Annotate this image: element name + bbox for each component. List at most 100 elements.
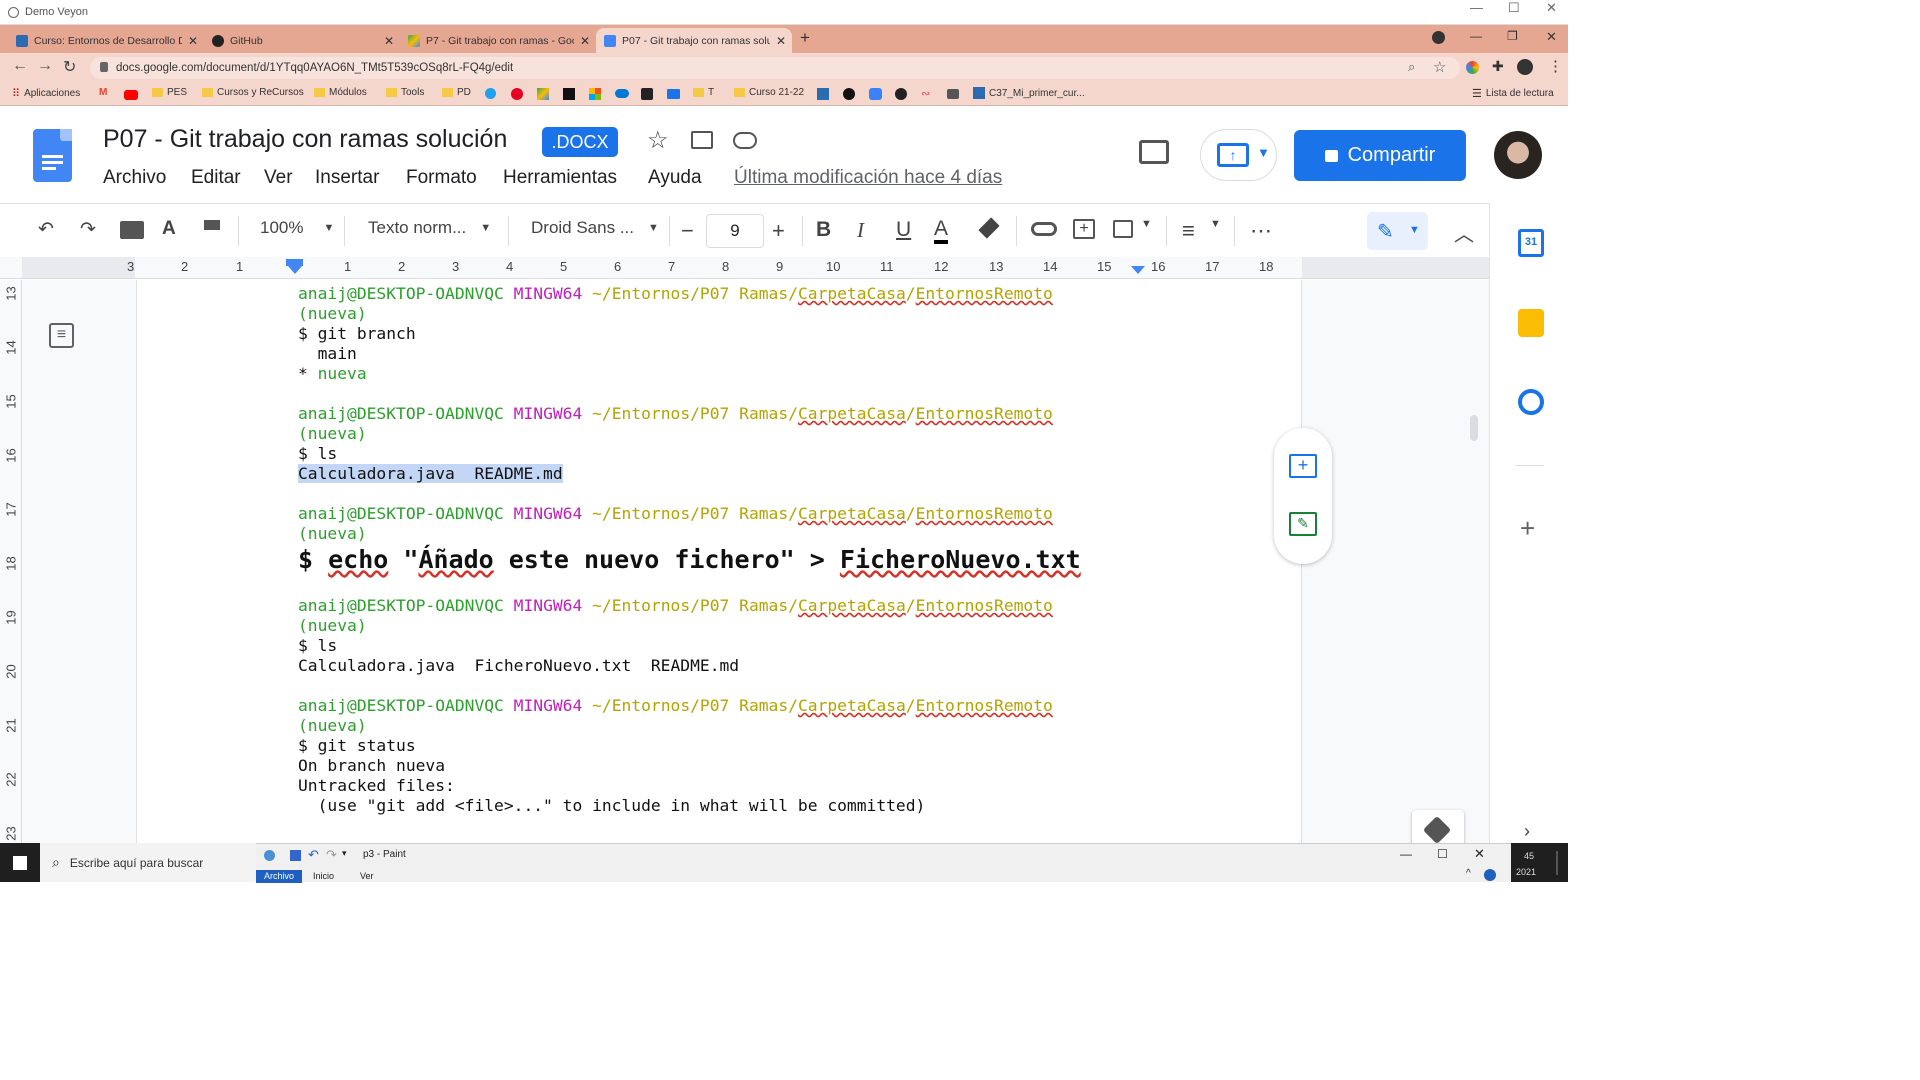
spellcheck-icon[interactable]: A [162, 218, 176, 240]
menu-ver[interactable]: Ver [264, 167, 293, 189]
move-folder-icon[interactable] [691, 131, 713, 149]
menu-insertar[interactable]: Insertar [315, 167, 379, 189]
close-icon[interactable]: ✕ [188, 34, 198, 48]
docs-logo-icon[interactable] [33, 129, 72, 182]
reading-list[interactable]: ☰ Lista de lectura [1472, 87, 1554, 100]
menu-editar[interactable]: Editar [191, 167, 241, 189]
kebab-menu-icon[interactable]: ⋮ [1548, 57, 1563, 75]
bookmark-folder[interactable]: PES [152, 87, 187, 98]
undo-icon[interactable]: ↶ [38, 218, 54, 241]
chevron-down-icon[interactable]: ▼ [1141, 218, 1152, 230]
last-modified-link[interactable]: Última modificación hace 4 días [734, 167, 1002, 189]
document-page[interactable]: anaij@DESKTOP-OADNVQC MINGW64 ~/Entornos… [136, 280, 1302, 843]
menu-ayuda[interactable]: Ayuda [648, 167, 702, 189]
back-icon[interactable]: ← [12, 57, 28, 75]
collapse-menus-icon[interactable]: ︿ [1454, 218, 1474, 247]
bookmark-folder[interactable]: PD [442, 87, 471, 98]
present-button[interactable]: ↑ ▼ [1200, 129, 1277, 181]
avatar[interactable] [1494, 131, 1542, 179]
first-line-indent-handle[interactable] [286, 259, 303, 266]
paint-tab-inicio[interactable]: Inicio [313, 871, 334, 881]
show-desktop-button[interactable] [1556, 851, 1558, 875]
close-icon[interactable]: ✕ [776, 34, 786, 48]
calendar-icon[interactable]: 31 [1518, 229, 1544, 257]
redo-icon[interactable]: ↷ [80, 218, 96, 241]
tab-search-icon[interactable] [1432, 31, 1445, 44]
chevron-down-icon[interactable]: ▾ [342, 848, 347, 859]
tasks-icon[interactable] [1518, 389, 1544, 415]
menu-herramientas[interactable]: Herramientas [503, 167, 617, 189]
bookmark-icon[interactable]: ∾ [921, 87, 930, 100]
undo-icon[interactable]: ↶ [308, 847, 319, 863]
bookmark-folder[interactable]: Módulos [314, 87, 367, 98]
help-icon[interactable] [1484, 869, 1496, 881]
menu-archivo[interactable]: Archivo [103, 167, 166, 189]
bookmark-folder[interactable]: Curso 21-22 [734, 87, 804, 98]
underline-icon[interactable]: U [896, 218, 911, 242]
twitter-icon[interactable] [485, 88, 496, 99]
chevron-down-icon[interactable]: ▼ [1210, 218, 1221, 230]
close-icon[interactable]: ✕ [580, 34, 590, 48]
gmail-icon[interactable]: M [99, 87, 107, 98]
paint-window[interactable]: ↶ ↷ ▾ p3 - Paint Archivo Inicio Ver — ☐ … [256, 843, 1511, 883]
explore-button[interactable] [1412, 810, 1464, 843]
microsoft-icon[interactable] [589, 88, 601, 100]
cloud-status-icon[interactable] [733, 132, 757, 149]
link-icon[interactable] [1031, 222, 1057, 236]
close-icon[interactable]: ✕ [1546, 0, 1557, 16]
add-comment-icon[interactable]: + [1289, 454, 1317, 478]
text-color-icon[interactable]: A [934, 218, 949, 244]
bookmark-icon[interactable] [563, 88, 575, 100]
bookmark-course[interactable]: C37_Mi_primer_cur... [973, 87, 1085, 99]
forward-icon[interactable]: → [37, 57, 53, 75]
bookmark-folder[interactable]: Cursos y ReCursos [202, 87, 304, 98]
left-indent-handle[interactable] [288, 266, 302, 274]
minimize-icon[interactable]: — [1400, 847, 1412, 861]
bookmark-icon[interactable] [843, 88, 855, 100]
paint-tab-archivo[interactable]: Archivo [256, 870, 302, 883]
close-icon[interactable]: ✕ [1474, 846, 1485, 862]
chevron-right-icon[interactable]: › [1524, 821, 1530, 842]
outline-icon[interactable]: ≡ [49, 323, 74, 348]
browser-tab-active[interactable]: P07 - Git trabajo con ramas soluc ✕ [596, 28, 792, 53]
bookmark-folder[interactable]: T [693, 87, 714, 98]
extension-icon[interactable] [1466, 61, 1479, 74]
align-left-icon[interactable]: ≡ [1182, 218, 1195, 244]
keep-icon[interactable] [1518, 309, 1544, 337]
zoom-select[interactable]: 100% ▼ [260, 218, 334, 238]
star-icon[interactable]: ☆ [1433, 58, 1446, 76]
print-icon[interactable] [120, 221, 144, 239]
comments-icon[interactable] [1139, 140, 1169, 164]
bookmark-icon[interactable] [641, 88, 653, 100]
puzzle-icon[interactable]: ✚ [1492, 58, 1504, 75]
decrease-font-icon[interactable]: − [681, 218, 694, 244]
browser-tab[interactable]: P7 - Git trabajo con ramas - Goo ✕ [400, 28, 596, 53]
bookmark-folder[interactable]: Tools [386, 87, 424, 98]
scrollbar-thumb[interactable] [1470, 415, 1478, 441]
bookmark-icon[interactable] [869, 88, 882, 100]
chevron-up-icon[interactable]: ^ [1466, 868, 1471, 879]
address-bar[interactable]: docs.google.com/document/d/1YTqq0AYAO6N_… [90, 57, 1460, 79]
redo-icon[interactable]: ↷ [326, 847, 337, 863]
onedrive-icon[interactable] [615, 89, 629, 98]
github-icon[interactable] [895, 88, 907, 100]
document-title[interactable]: P07 - Git trabajo con ramas solución [103, 125, 507, 154]
paint-format-icon[interactable] [204, 220, 220, 230]
minimize-icon[interactable]: — [1470, 29, 1482, 43]
youtube-icon[interactable] [124, 90, 138, 100]
editing-mode-button[interactable]: ✎ ▼ [1367, 212, 1428, 250]
drive-icon[interactable] [537, 88, 549, 100]
font-size-input[interactable]: 9 [706, 214, 764, 248]
close-icon[interactable]: ✕ [1546, 29, 1557, 45]
browser-tab[interactable]: GitHub ✕ [204, 28, 400, 53]
menu-formato[interactable]: Formato [406, 167, 477, 189]
increase-font-icon[interactable]: + [772, 218, 785, 244]
maximize-icon[interactable]: ☐ [1437, 847, 1448, 861]
vertical-ruler[interactable]: 13 14 15 16 17 18 19 20 21 22 23 [0, 280, 22, 843]
profile-icon[interactable] [1517, 59, 1533, 75]
restore-icon[interactable]: ❐ [1507, 29, 1518, 43]
more-icon[interactable]: ⋯ [1250, 218, 1272, 244]
paint-tab-ver[interactable]: Ver [360, 871, 374, 881]
browser-tab[interactable]: Curso: Entornos de Desarrollo DA ✕ [8, 28, 204, 53]
right-indent-handle[interactable] [1131, 266, 1145, 274]
